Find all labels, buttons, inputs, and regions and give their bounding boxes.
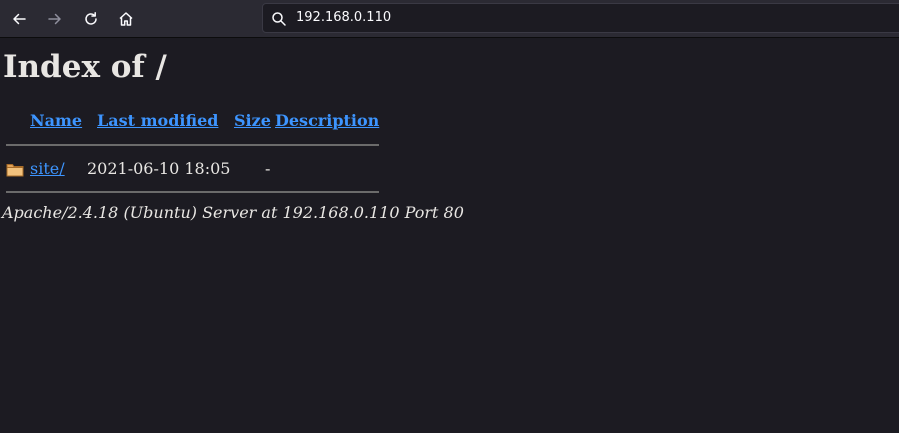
search-icon (272, 12, 286, 26)
back-button[interactable] (5, 5, 33, 33)
page-title: Index of / (3, 49, 167, 85)
footer-divider (6, 191, 379, 193)
url-text: 192.168.0.110 (296, 10, 392, 25)
forward-arrow-icon (48, 13, 61, 25)
folder-icon (6, 164, 24, 177)
last-modified-cell: 2021-06-10 18:05 (87, 159, 231, 178)
back-arrow-icon (13, 13, 26, 25)
file-link-site[interactable]: site/ (30, 159, 65, 179)
column-header-last-modified[interactable]: Last modified (97, 111, 218, 131)
address-bar[interactable]: 192.168.0.110 (262, 3, 899, 33)
reload-button[interactable] (77, 5, 105, 33)
column-header-description[interactable]: Description (275, 111, 379, 131)
column-header-size[interactable]: Size (234, 111, 271, 131)
home-button[interactable] (112, 5, 140, 33)
page-content: Index of / Name Last modified Size Descr… (0, 38, 899, 433)
forward-button[interactable] (41, 5, 69, 33)
size-cell: - (265, 159, 271, 178)
reload-icon (85, 12, 97, 25)
header-divider (6, 144, 379, 146)
browser-toolbar: 192.168.0.110 (0, 0, 899, 38)
server-signature: Apache/2.4.18 (Ubuntu) Server at 192.168… (2, 203, 464, 222)
home-icon (119, 12, 133, 26)
column-header-name[interactable]: Name (30, 111, 82, 131)
